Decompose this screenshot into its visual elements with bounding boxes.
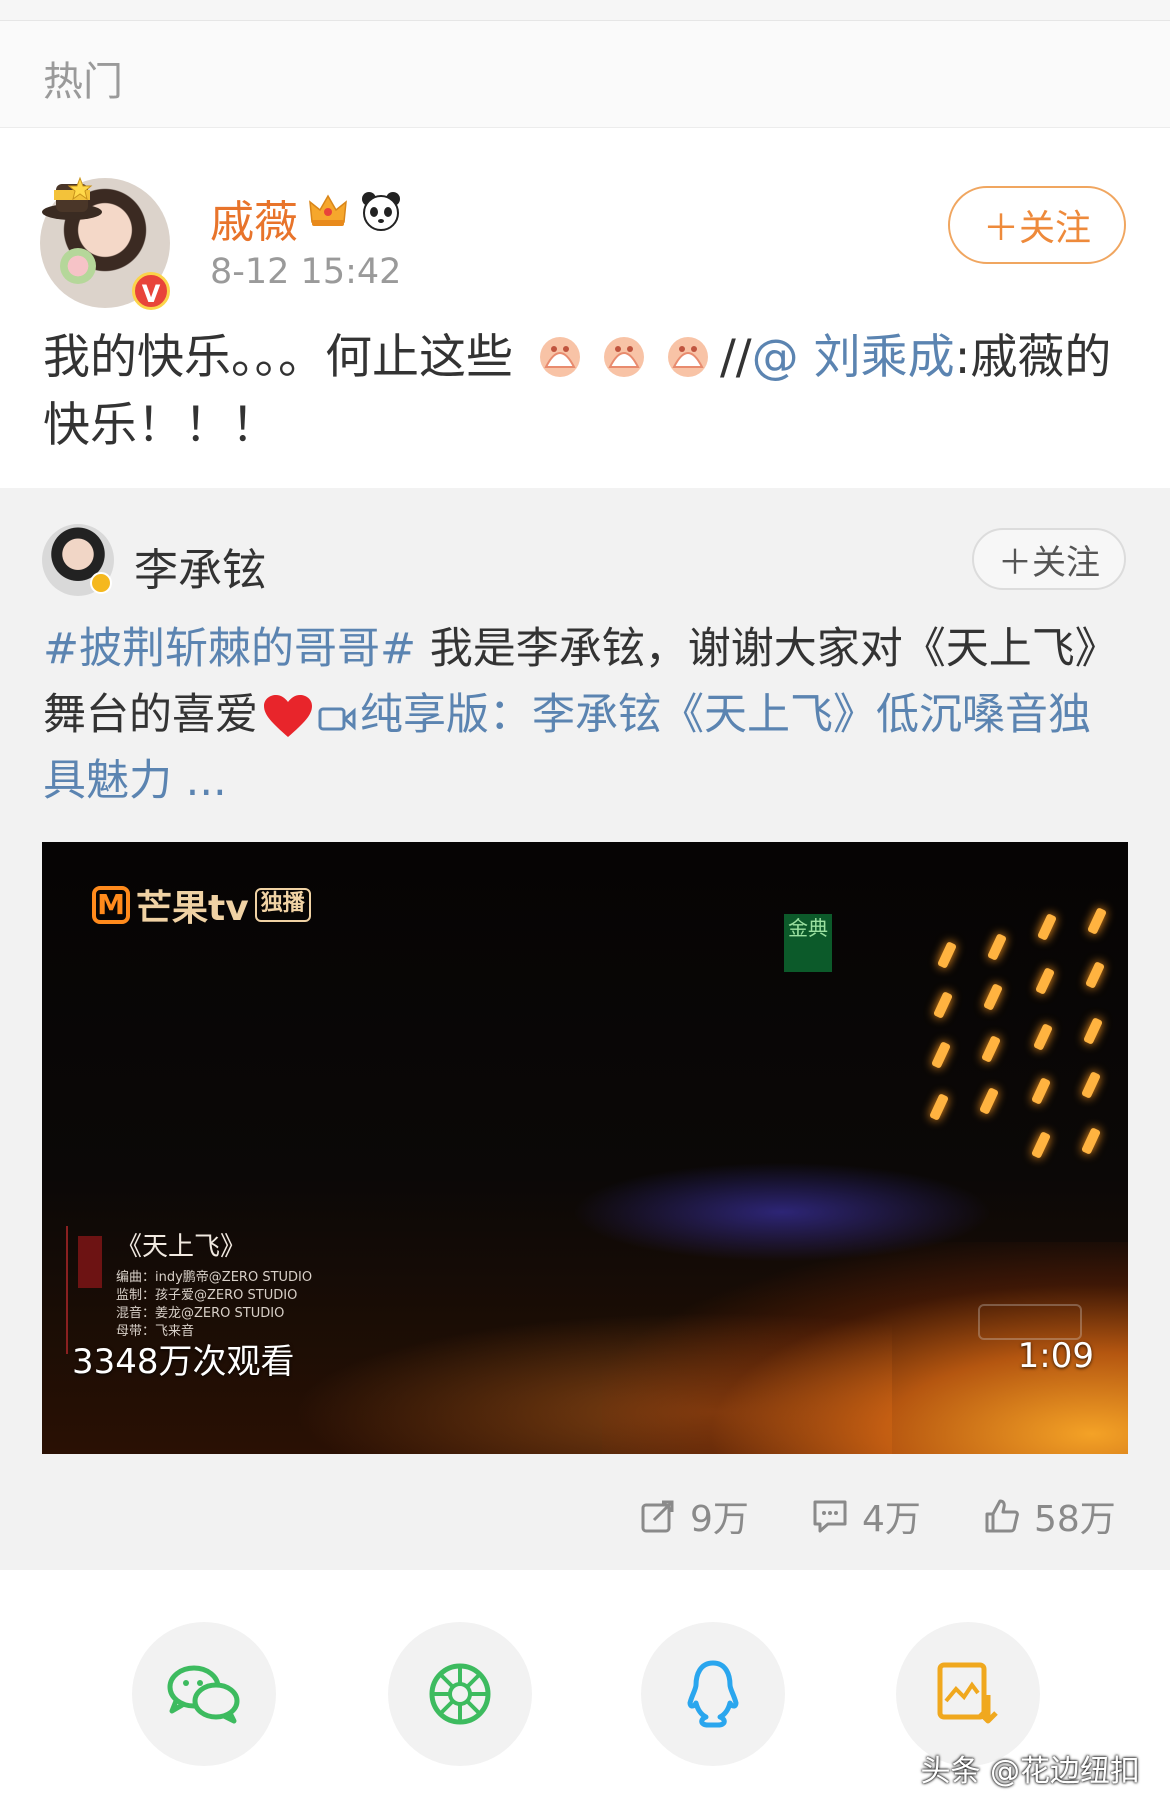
share-bar: 头条 @花边纽扣 [0,1570,1170,1796]
crown-icon [309,194,347,226]
section-header: 热门 [0,21,1170,128]
mango-watermark-icon [978,1304,1082,1340]
wechat-icon [167,1665,240,1724]
share-moments-button[interactable] [388,1622,532,1766]
repost-author-name[interactable]: 李承铉 [134,534,266,598]
top-strip [0,0,1170,21]
repost-count: 9万 [690,1499,749,1540]
original-post: V 戚薇 8-12 15:42 ＋关注 我的快乐。。。何止这些 //@ 刘乘成:… [0,128,1170,488]
mention-link[interactable]: @ 刘乘成 [752,330,955,385]
post-text-main: 我的快乐。。。何止这些 [43,330,513,385]
thumbs-up-icon [985,1499,1019,1533]
share-qq-button[interactable] [641,1622,785,1766]
comment-count: 4万 [862,1499,921,1540]
share-wechat-button[interactable] [132,1622,276,1766]
panda-icon [362,192,400,231]
follow-button[interactable]: ＋关注 [948,186,1126,264]
clapping-emoji-icon [603,337,644,377]
repost-follow-button[interactable]: ＋关注 [972,528,1126,590]
qq-icon [687,1660,739,1728]
exclusive-tag: 独播 [254,888,311,922]
comment-stat[interactable]: 4万 [812,1490,921,1542]
clapping-emoji-icon [667,337,708,377]
source-watermark: 头条 @花边纽扣 [920,1754,1140,1789]
hashtag-link[interactable]: #披荆斩棘的哥哥# [43,624,416,674]
like-count: 58万 [1034,1499,1116,1540]
credit-line: 监制：孩子爱@ZERO STUDIO [116,1288,298,1303]
view-count: 3348万次观看 [72,1342,295,1382]
repost-icon [641,1500,674,1533]
repost-stat[interactable]: 9万 [640,1490,749,1542]
video-camera-icon [318,707,356,731]
like-stat[interactable]: 58万 [984,1490,1116,1542]
credit-line: 混音：姜龙@ZERO STUDIO [116,1306,285,1321]
reposted-content[interactable]: 李承铉 ＋关注 #披荆斩棘的哥哥# 我是李承铉，谢谢大家对《天上飞》舞台的喜爱纯… [0,488,1170,1570]
moments-icon [429,1663,491,1725]
heart-icon [264,695,312,737]
credit-line: 编曲：indy鹏帝@ZERO STUDIO [116,1270,313,1285]
lucky-hat-icon [42,176,102,220]
save-image-icon [937,1662,998,1724]
video-duration: 1:09 [1017,1336,1094,1376]
repost-prefix: // [719,330,752,385]
video-player[interactable]: M 芒果tv 独播 金典 《天上飞》 编曲：indy鹏帝@ZERO STUDIO… [42,842,1128,1454]
clapping-emoji-icon [539,337,580,377]
stage-sign: 金典 [784,914,832,972]
comment-icon [813,1500,847,1533]
mango-tv-logo: M 芒果tv 独播 [92,882,311,929]
section-label: 热门 [43,59,123,105]
save-image-button[interactable] [896,1622,1040,1766]
author-avatar[interactable]: V [40,176,170,310]
verified-badge-icon: V [132,272,170,310]
post-timestamp: 8-12 15:42 [210,252,402,292]
post-body: 我的快乐。。。何止这些 //@ 刘乘成:戚薇的快乐！！！ [43,324,1133,460]
repost-body: #披荆斩棘的哥哥# 我是李承铉，谢谢大家对《天上飞》舞台的喜爱 纯享版：李承铉《天… [43,616,1133,814]
author-name[interactable]: 戚薇 [210,186,298,250]
song-title: 《天上飞》 [116,1232,247,1262]
platform-name: 芒果tv [136,888,249,929]
program-logo-icon [78,1236,102,1288]
verified-badge-icon [90,572,112,594]
